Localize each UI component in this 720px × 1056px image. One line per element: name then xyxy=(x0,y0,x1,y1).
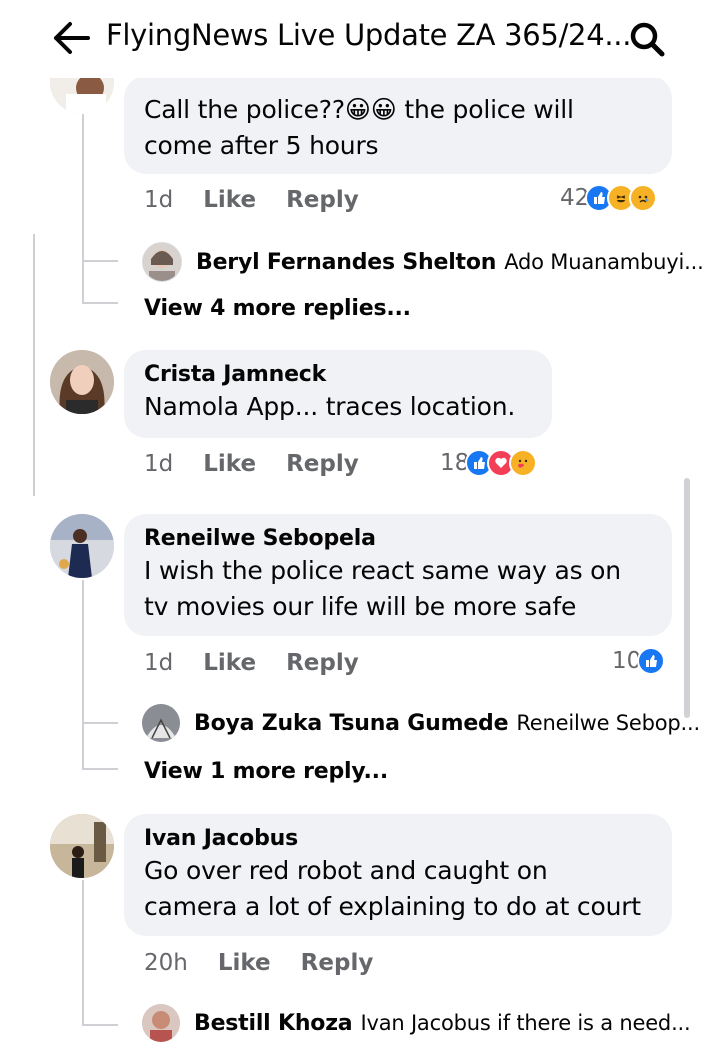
search-icon[interactable] xyxy=(626,18,668,60)
scrollbar[interactable] xyxy=(684,478,690,718)
reply-button[interactable]: Reply xyxy=(301,950,374,976)
care-reaction-icon xyxy=(509,449,538,477)
like-button[interactable]: Like xyxy=(203,187,256,213)
comment-text: camera a lot of explaining to do at cour… xyxy=(144,892,641,921)
comment-actions: 1d Like Reply xyxy=(144,650,359,676)
reaction-summary[interactable]: 42 xyxy=(560,184,658,212)
reply-connector xyxy=(82,302,118,304)
comment-text: I wish the police react same way as on xyxy=(144,556,621,585)
thread-bracket xyxy=(33,234,35,496)
like-button[interactable]: Like xyxy=(203,650,256,676)
comment-actions: 20h Like Reply xyxy=(144,950,373,976)
avatar[interactable] xyxy=(50,350,114,414)
comment-author[interactable]: Crista Jamneck xyxy=(144,362,532,387)
sad-reaction-icon xyxy=(629,184,658,212)
comment-author[interactable]: Reneilwe Sebopela xyxy=(144,526,652,551)
comment-time: 1d xyxy=(144,650,174,676)
reply-connector xyxy=(82,722,118,724)
avatar xyxy=(142,1004,180,1042)
like-button[interactable]: Like xyxy=(218,950,271,976)
comment-actions: 1d Like Reply xyxy=(144,187,359,213)
view-more-replies-link[interactable]: View 1 more reply... xyxy=(144,759,388,784)
thread-line xyxy=(82,880,84,1026)
comment-actions: 1d Like Reply xyxy=(144,451,359,477)
comment-text: tv movies our life will be more safe xyxy=(144,592,577,621)
reply-text: Ado Muanambuyi... xyxy=(504,250,704,274)
reply-connector xyxy=(82,1024,118,1026)
comment-bubble[interactable]: Call the police??😀😀 the police will come… xyxy=(124,76,672,174)
comment-bubble[interactable]: Ivan Jacobus Go over red robot and caugh… xyxy=(124,814,672,936)
reply-author[interactable]: Beryl Fernandes Shelton xyxy=(196,250,496,275)
reply-text: Reneilwe Sebop... xyxy=(516,711,700,735)
reply-button[interactable]: Reply xyxy=(286,451,359,477)
comment-time: 1d xyxy=(144,187,174,213)
comment-text: Call the police??😀😀 the police will xyxy=(144,95,574,124)
comment-text: Go over red robot and caught on xyxy=(144,856,548,885)
comment-time: 20h xyxy=(144,950,188,976)
like-button[interactable]: Like xyxy=(203,451,256,477)
reply-author[interactable]: Boya Zuka Tsuna Gumede xyxy=(194,711,509,736)
reply-connector xyxy=(82,260,118,262)
comment-bubble[interactable]: Crista Jamneck Namola App... traces loca… xyxy=(124,350,552,438)
comment-text: come after 5 hours xyxy=(144,131,379,160)
reply-button[interactable]: Reply xyxy=(286,650,359,676)
top-bar: FlyingNews Live Update ZA 365/24... xyxy=(0,0,720,78)
back-arrow-icon[interactable] xyxy=(52,20,92,56)
reaction-summary[interactable]: 10 xyxy=(612,647,666,675)
comment-time: 1d xyxy=(144,451,174,477)
avatar xyxy=(142,242,182,282)
avatar[interactable] xyxy=(50,514,114,578)
page-title: FlyingNews Live Update ZA 365/24... xyxy=(106,18,632,52)
reply-preview[interactable]: Boya Zuka Tsuna Gumede Reneilwe Sebop... xyxy=(142,704,700,742)
reaction-summary[interactable]: 18 xyxy=(440,449,538,477)
thread-line xyxy=(82,112,84,302)
like-reaction-icon xyxy=(637,647,666,675)
reply-button[interactable]: Reply xyxy=(286,187,359,213)
comment-bubble[interactable]: Reneilwe Sebopela I wish the police reac… xyxy=(124,514,672,636)
reply-text: Ivan Jacobus if there is a need... xyxy=(360,1011,691,1035)
avatar xyxy=(142,704,180,742)
view-more-replies-link[interactable]: View 4 more replies... xyxy=(144,296,411,321)
avatar[interactable] xyxy=(50,814,114,878)
comment-text: Namola App... traces location. xyxy=(144,392,516,421)
reply-author[interactable]: Bestill Khoza xyxy=(194,1011,353,1036)
comment-author[interactable]: Ivan Jacobus xyxy=(144,826,652,851)
thread-line xyxy=(82,580,84,770)
reply-preview[interactable]: Beryl Fernandes Shelton Ado Muanambuyi..… xyxy=(142,242,704,282)
reply-preview[interactable]: Bestill Khoza Ivan Jacobus if there is a… xyxy=(142,1004,691,1042)
reply-connector xyxy=(82,768,118,770)
